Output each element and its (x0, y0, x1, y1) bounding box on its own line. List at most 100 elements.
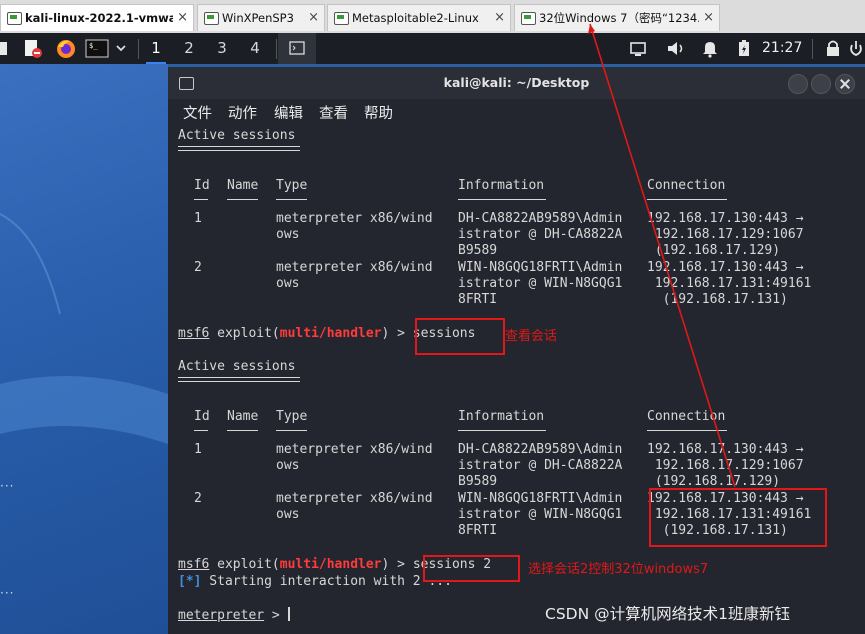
power-icon[interactable] (850, 38, 865, 59)
panel-divider (276, 39, 277, 59)
maximize-button[interactable] (811, 74, 831, 94)
vm-icon (204, 12, 219, 25)
close-button[interactable] (835, 74, 855, 94)
prompt-module: multi/handler (279, 326, 382, 341)
terminal-window[interactable]: kali@kali: ~/Desktop 文件 动作 编辑 查看 帮助 Acti… (168, 67, 865, 634)
prompt-exploit: exploit( (209, 326, 280, 341)
terminal-titlebar[interactable]: kali@kali: ~/Desktop (168, 67, 865, 99)
close-icon[interactable]: × (703, 5, 714, 31)
col-underline (194, 430, 208, 431)
annotation-note-2: 选择会话2控制32位windows7 (528, 562, 709, 577)
session-info: WIN-N8GQG18FRTI\Admin (458, 491, 623, 506)
prompt-end: ) > (381, 557, 413, 572)
workspace-4[interactable]: 4 (239, 33, 271, 64)
col-underline (458, 199, 546, 200)
active-sessions-heading: Active sessions (178, 359, 296, 374)
session-info: DH-CA8822AB9589\Admin (458, 442, 623, 457)
volume-icon[interactable] (665, 38, 687, 59)
heading-underline (178, 377, 300, 382)
close-icon[interactable]: × (308, 5, 319, 31)
session-info-cont: istrator @ DH-CA8822A (458, 227, 623, 242)
col-type: Type (276, 178, 308, 193)
session-conn: 192.168.17.130:443 → (647, 211, 804, 226)
panel-divider (812, 39, 813, 59)
vm-icon (334, 12, 349, 25)
menu-file[interactable]: 文件 (183, 102, 212, 123)
info-line: [*] Starting interaction with 2 ... (178, 574, 452, 589)
col-id: Id (194, 409, 210, 424)
session-conn-cont: 192.168.17.131:49161 (647, 276, 812, 291)
col-underline (194, 199, 208, 200)
lock-icon[interactable] (824, 38, 842, 59)
menu-view[interactable]: 查看 (319, 102, 348, 123)
svg-text:$_: $_ (89, 42, 98, 50)
menu-help[interactable]: 帮助 (364, 102, 393, 123)
firefox-icon[interactable] (54, 38, 78, 59)
col-id: Id (194, 178, 210, 193)
vm-tab-kali[interactable]: kali-linux-2022.1-vmware... × (0, 4, 194, 31)
prompt-end: ) > (381, 326, 413, 341)
terminal-icon (289, 41, 305, 55)
close-icon[interactable]: × (177, 5, 188, 31)
annotation-box-sessions-2 (423, 555, 520, 582)
session-conn-cont: 192.168.17.129:1067 (647, 227, 804, 242)
taskbar-terminal-item[interactable] (278, 33, 316, 64)
session-conn-cont: (192.168.17.129) (647, 243, 781, 258)
workspace-3[interactable]: 3 (206, 33, 238, 64)
csdn-watermark: CSDN @计算机网络技术1班康新钰 (545, 605, 790, 623)
notification-bell-icon[interactable] (700, 38, 720, 59)
app-menu-icon[interactable] (0, 38, 10, 59)
window-title: kali@kali: ~/Desktop (443, 75, 590, 90)
session-type-cont: ows (276, 458, 300, 473)
vm-tab-label: kali-linux-2022.1-vmware... (25, 11, 173, 25)
session-type: meterpreter x86/wind (276, 211, 433, 226)
menu-edit[interactable]: 编辑 (274, 102, 303, 123)
session-id: 1 (194, 442, 202, 457)
col-conn: Connection (647, 409, 726, 424)
chevron-down-icon[interactable] (114, 38, 128, 59)
session-id: 2 (194, 491, 202, 506)
active-sessions-heading: Active sessions (178, 128, 296, 143)
session-type: meterpreter x86/wind (276, 260, 433, 275)
vm-tab-strip: kali-linux-2022.1-vmware... × WinXPenSP3… (0, 0, 865, 34)
session-info-cont: istrator @ WIN-N8GQG1 (458, 507, 623, 522)
session-info: WIN-N8GQG18FRTI\Admin (458, 260, 623, 275)
session-type-cont: ows (276, 276, 300, 291)
vm-tab-win7[interactable]: 32位Windows 7（密码“1234... × (514, 4, 720, 31)
vm-tab-label: 32位Windows 7（密码“1234... (539, 11, 699, 25)
session-info-cont: B9589 (458, 243, 498, 258)
vm-tab-winxp[interactable]: WinXPenSP3 × (197, 4, 325, 31)
terminal-launcher-icon[interactable]: $_ (85, 38, 109, 59)
session-id: 2 (194, 260, 202, 275)
prompt-msf: msf6 (178, 557, 210, 572)
col-underline (227, 199, 258, 200)
kali-top-panel: $_ 1 2 3 4 21:27 (0, 33, 865, 64)
workspace-2[interactable]: 2 (173, 33, 205, 64)
battery-icon[interactable] (736, 38, 752, 59)
session-type-cont: ows (276, 227, 300, 242)
session-info: DH-CA8822AB9589\Admin (458, 211, 623, 226)
close-icon[interactable]: × (494, 5, 505, 31)
file-manager-icon[interactable] (22, 38, 44, 59)
panel-divider (138, 39, 139, 59)
prompt-module: multi/handler (279, 557, 382, 572)
info-marker: [*] (178, 574, 202, 589)
meterpreter-prompt: meterpreter (178, 608, 265, 623)
display-icon[interactable] (628, 38, 648, 59)
annotation-box-connection (649, 488, 827, 547)
terminal-output[interactable]: Active sessions Id Name Type Information… (178, 125, 865, 634)
menu-actions[interactable]: 动作 (228, 102, 257, 123)
prompt-exploit: exploit( (209, 557, 280, 572)
panel-clock[interactable]: 21:27 (762, 33, 802, 64)
col-info: Information (458, 409, 545, 424)
info-text: Starting interaction with 2 ... (201, 574, 452, 589)
workspace-1[interactable]: 1 (140, 33, 172, 64)
session-info-cont: istrator @ DH-CA8822A (458, 458, 623, 473)
session-conn-cont: 192.168.17.129:1067 (647, 458, 804, 473)
session-info-cont: B9589 (458, 474, 498, 489)
session-conn: 192.168.17.130:443 → (647, 442, 804, 457)
vm-icon (521, 12, 536, 25)
minimize-button[interactable] (788, 74, 808, 94)
meterpreter-prompt-line[interactable]: meterpreter > (178, 607, 290, 623)
vm-tab-metasploitable[interactable]: Metasploitable2-Linux × (327, 4, 511, 31)
